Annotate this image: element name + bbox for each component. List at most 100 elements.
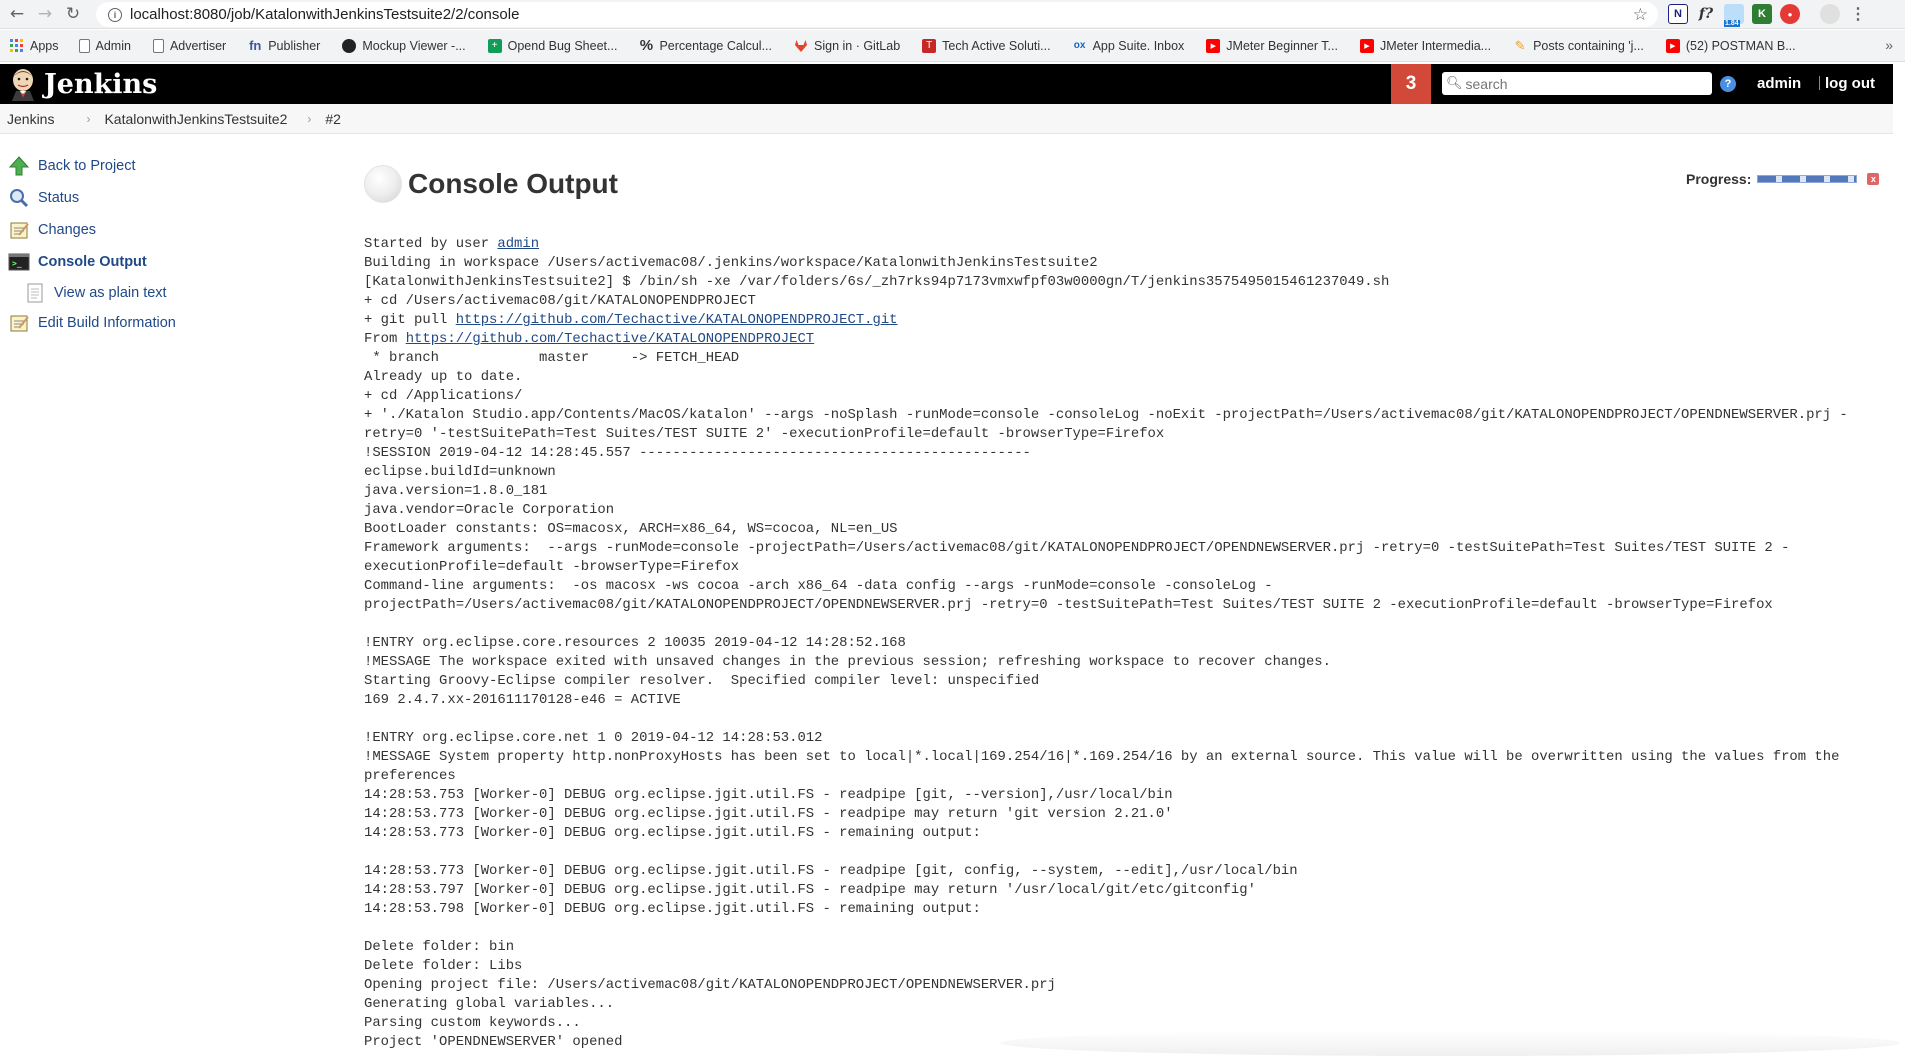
console-line: + cd /Applications/ bbox=[364, 388, 523, 404]
console-line: 14:28:53.753 [Worker-0] DEBUG org.eclips… bbox=[364, 787, 1173, 803]
bookmark-advertiser[interactable]: Advertiser bbox=[152, 38, 226, 53]
console-line: Generating global variables... bbox=[364, 996, 615, 1012]
console-line: !ENTRY org.eclipse.core.net 1 0 2019-04-… bbox=[364, 730, 823, 746]
task-status[interactable]: Status bbox=[8, 182, 308, 214]
sheets-icon: + bbox=[487, 38, 502, 53]
n-extension-icon[interactable]: N bbox=[1668, 4, 1688, 24]
main-panel: Console Output bbox=[364, 165, 618, 203]
user-link[interactable]: admin bbox=[1757, 75, 1801, 92]
bookmark-postman[interactable]: ▶ (52) POSTMAN B... bbox=[1665, 38, 1796, 53]
console-block: * branch master -> FETCH_HEAD Already up … bbox=[364, 349, 1864, 1052]
console-line: 14:28:53.773 [Worker-0] DEBUG org.eclips… bbox=[364, 825, 981, 841]
console-line: BootLoader constants: OS=macosx, ARCH=x8… bbox=[364, 521, 898, 537]
bookmark-tech-active[interactable]: T Tech Active Soluti... bbox=[922, 38, 1051, 53]
breadcrumb-jenkins[interactable]: Jenkins bbox=[7, 111, 54, 127]
task-changes[interactable]: Changes bbox=[8, 214, 308, 246]
up-arrow-icon bbox=[8, 155, 30, 177]
bookmark-publisher[interactable]: fn Publisher bbox=[248, 38, 320, 53]
console-line: Delete folder: Libs bbox=[364, 958, 523, 974]
console-line: 14:28:53.773 [Worker-0] DEBUG org.eclips… bbox=[364, 806, 1173, 822]
mockup-icon bbox=[342, 38, 357, 53]
bookmark-star-icon[interactable]: ☆ bbox=[1633, 5, 1648, 25]
task-edit-build-information[interactable]: Edit Build Information bbox=[8, 307, 308, 339]
formula-extension-icon[interactable]: f? bbox=[1696, 4, 1716, 24]
forward-arrow-icon[interactable]: → bbox=[34, 3, 56, 25]
jenkins-logo[interactable]: Jenkins bbox=[8, 67, 157, 101]
techactive-icon: T bbox=[922, 38, 937, 53]
extension-icons: N f? 1.84 K ● ⋮ bbox=[1668, 4, 1868, 27]
menu-dots-icon[interactable]: ⋮ bbox=[1848, 4, 1868, 24]
youtube-icon: ▶ bbox=[1359, 38, 1374, 53]
console-line: retry=0 '-testSuitePath=Test Suites/TEST… bbox=[364, 426, 1165, 442]
console-line: Opening project file: /Users/activemac08… bbox=[364, 977, 1056, 993]
breadcrumb-job[interactable]: KatalonwithJenkinsTestsuite2 bbox=[104, 111, 287, 127]
record-extension-icon[interactable]: ● bbox=[1780, 4, 1800, 24]
breadcrumb-build[interactable]: #2 bbox=[325, 111, 341, 127]
bookmark-gitlab[interactable]: Sign in · GitLab bbox=[794, 39, 900, 53]
bookmark-opend-bug-sheet[interactable]: + Opend Bug Sheet... bbox=[487, 38, 618, 53]
task-console-output[interactable]: >_ Console Output bbox=[8, 246, 308, 278]
bookmark-label: JMeter Beginner T... bbox=[1226, 38, 1338, 53]
console-line: java.version=1.8.0_181 bbox=[364, 483, 548, 499]
console-line: + git pull https://github.com/Techactive… bbox=[364, 311, 1864, 330]
bookmark-label: Opend Bug Sheet... bbox=[507, 38, 618, 53]
task-back-to-project[interactable]: Back to Project bbox=[8, 150, 308, 182]
progress-bar bbox=[1757, 175, 1858, 183]
search-icon: 🔍︎ bbox=[1446, 76, 1463, 91]
bookmarks-bar: Apps Admin Advertiser fn Publisher Mockup… bbox=[0, 30, 1905, 62]
breadcrumb-arrow-icon[interactable]: › bbox=[86, 112, 90, 126]
bookmark-label: Mockup Viewer -... bbox=[362, 38, 466, 53]
bookmark-percentage-calc[interactable]: % Percentage Calcul... bbox=[639, 37, 772, 54]
bookmark-apps[interactable]: Apps bbox=[10, 38, 59, 53]
console-block: Building in workspace /Users/activemac08… bbox=[364, 254, 1864, 311]
bookmark-label: App Suite. Inbox bbox=[1092, 38, 1185, 53]
console-repo-url-link[interactable]: https://github.com/Techactive/KATALONOPE… bbox=[406, 331, 814, 347]
search-box[interactable]: 🔍︎ bbox=[1442, 72, 1712, 95]
notification-badge[interactable]: 3 bbox=[1391, 64, 1431, 104]
search-input[interactable] bbox=[1465, 75, 1706, 92]
console-line: 14:28:53.798 [Worker-0] DEBUG org.eclips… bbox=[364, 901, 981, 917]
console-text: From bbox=[364, 331, 406, 347]
breadcrumb: Jenkins › KatalonwithJenkinsTestsuite2 ›… bbox=[0, 104, 1893, 134]
console-line: Already up to date. bbox=[364, 369, 523, 385]
bookmark-label: Sign in · GitLab bbox=[814, 38, 901, 53]
jenkins-butler-icon bbox=[12, 69, 34, 101]
task-label[interactable]: Edit Build Information bbox=[38, 315, 176, 331]
bookmark-admin[interactable]: Admin bbox=[78, 38, 131, 53]
profile-avatar-icon[interactable] bbox=[1820, 4, 1840, 24]
bookmark-label: (52) POSTMAN B... bbox=[1685, 38, 1796, 53]
info-icon[interactable]: i bbox=[108, 7, 122, 22]
console-line: Delete folder: bin bbox=[364, 939, 515, 955]
task-label[interactable]: Changes bbox=[38, 222, 96, 238]
address-bar[interactable]: i localhost:8080/job/KatalonwithJenkinsT… bbox=[96, 2, 1658, 27]
jenkins-title[interactable]: Jenkins bbox=[44, 69, 157, 100]
bookmark-app-suite[interactable]: ox App Suite. Inbox bbox=[1073, 39, 1185, 53]
breadcrumb-arrow-icon[interactable]: › bbox=[307, 112, 311, 126]
bookmark-jmeter-intermediate[interactable]: ▶ JMeter Intermedia... bbox=[1359, 38, 1491, 53]
task-label[interactable]: Status bbox=[38, 190, 79, 206]
back-arrow-icon[interactable]: ← bbox=[6, 3, 28, 25]
task-label[interactable]: Console Output bbox=[38, 254, 147, 270]
logout-link[interactable]: log out bbox=[1825, 75, 1875, 92]
bookmark-posts[interactable]: ✎ Posts containing 'j... bbox=[1513, 37, 1644, 53]
stop-build-icon[interactable]: x bbox=[1867, 173, 1880, 185]
reload-icon[interactable]: ↻ bbox=[62, 3, 84, 25]
task-view-plain-text[interactable]: View as plain text bbox=[8, 278, 308, 307]
badge-extension-icon[interactable]: 1.84 bbox=[1724, 4, 1744, 27]
bookmark-mockup-viewer[interactable]: Mockup Viewer -... bbox=[342, 38, 466, 53]
percent-icon: % bbox=[639, 37, 654, 54]
url-text[interactable]: localhost:8080/job/KatalonwithJenkinsTes… bbox=[130, 6, 519, 23]
task-label[interactable]: View as plain text bbox=[54, 285, 167, 301]
console-line: 169 2.4.7.xx-201611170128-e46 = ACTIVE bbox=[364, 692, 681, 708]
console-user-link[interactable]: admin bbox=[497, 236, 539, 252]
help-icon[interactable]: ? bbox=[1720, 76, 1736, 92]
bookmark-label: Percentage Calcul... bbox=[659, 38, 772, 53]
bookmarks-overflow-icon[interactable]: » bbox=[1885, 37, 1893, 53]
bookmark-jmeter-beginner[interactable]: ▶ JMeter Beginner T... bbox=[1206, 38, 1338, 53]
task-label[interactable]: Back to Project bbox=[38, 158, 136, 174]
console-git-url-link[interactable]: https://github.com/Techactive/KATALONOPE… bbox=[456, 312, 898, 328]
bookmark-label: Tech Active Soluti... bbox=[942, 38, 1051, 53]
posts-icon: ✎ bbox=[1514, 37, 1526, 53]
katalon-extension-icon[interactable]: K bbox=[1752, 4, 1772, 24]
